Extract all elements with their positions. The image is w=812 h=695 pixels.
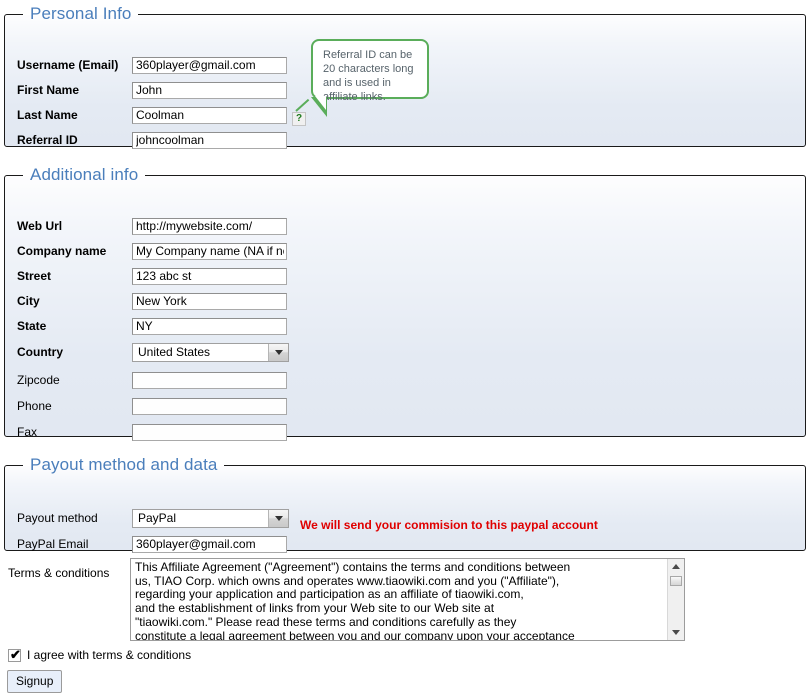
field-row-city: City (17, 290, 287, 312)
terms-conditions-textarea[interactable]: This Affiliate Agreement ("Agreement") c… (130, 558, 685, 641)
label-referral-id: Referral ID (17, 133, 78, 147)
input-phone[interactable] (132, 397, 287, 415)
input-first-name[interactable] (132, 81, 287, 99)
label-first-name: First Name (17, 83, 80, 97)
scroll-up-arrow-icon[interactable] (668, 559, 684, 574)
field-row-country: Country United States (17, 341, 289, 363)
input-fax[interactable] (132, 423, 287, 441)
field-row-username: Username (Email) (17, 54, 287, 76)
tooltip-referral-text: Referral ID can be 20 characters long an… (323, 49, 414, 103)
field-row-payout-method: Payout method PayPal (17, 507, 289, 529)
select-country[interactable]: United States (132, 342, 289, 362)
label-zipcode: Zipcode (17, 373, 60, 387)
input-company-name[interactable] (132, 242, 287, 260)
input-web-url[interactable] (132, 217, 287, 235)
input-zipcode[interactable] (132, 371, 287, 389)
scrollbar-thumb[interactable] (670, 576, 682, 586)
label-state: State (17, 319, 47, 333)
select-payout-method[interactable]: PayPal (132, 508, 289, 528)
signup-button[interactable]: Signup (7, 670, 63, 693)
input-state[interactable] (132, 317, 287, 335)
tooltip-referral-id: Referral ID can be 20 characters long an… (311, 39, 429, 117)
input-last-name[interactable] (132, 106, 287, 124)
question-mark-help-icon[interactable]: ? (292, 98, 310, 126)
help-icon-glyph: ? (295, 113, 303, 124)
field-row-last-name: Last Name (17, 104, 287, 126)
input-street[interactable] (132, 267, 287, 285)
chevron-down-icon[interactable] (268, 343, 288, 361)
input-referral-id[interactable] (132, 131, 287, 149)
input-paypal-email[interactable] (132, 535, 287, 553)
label-city: City (17, 294, 40, 308)
label-company-name: Company name (17, 244, 107, 258)
tooltip-tail-inner (315, 96, 326, 110)
label-last-name: Last Name (17, 108, 78, 122)
label-phone: Phone (17, 399, 52, 413)
input-username[interactable] (132, 56, 287, 74)
field-row-first-name: First Name (17, 79, 287, 101)
section-payout-method: Payout method and data Payout method Pay… (4, 455, 806, 553)
scroll-down-arrow-icon[interactable] (668, 625, 684, 640)
field-row-fax: Fax (17, 421, 287, 443)
signup-form-page: Personal Info Username (Email) First Nam… (0, 0, 812, 695)
terms-scrollbar[interactable] (667, 559, 684, 640)
label-fax: Fax (17, 425, 38, 439)
section-additional-info: Additional info Web Url Company name Str… (4, 165, 806, 441)
checkmark-icon: ✔ (10, 646, 21, 662)
field-row-referral-id: Referral ID (17, 129, 287, 151)
label-web-url: Web Url (17, 219, 63, 233)
label-country: Country (17, 345, 63, 359)
agree-terms-checkbox[interactable]: ✔ (8, 646, 21, 662)
field-row-street: Street (17, 265, 287, 287)
field-row-company-name: Company name (17, 240, 287, 262)
field-row-paypal-email: PayPal Email (17, 533, 287, 555)
label-terms-conditions: Terms & conditions (8, 566, 110, 580)
select-country-value: United States (138, 344, 211, 359)
field-row-zipcode: Zipcode (17, 369, 287, 391)
legend-additional-info: Additional info (30, 165, 139, 184)
chevron-down-icon[interactable] (268, 509, 288, 527)
terms-conditions-text: This Affiliate Agreement ("Agreement") c… (135, 560, 575, 640)
legend-payout-method: Payout method and data (30, 455, 218, 474)
legend-personal-info: Personal Info (30, 4, 132, 23)
field-row-state: State (17, 315, 287, 337)
input-city[interactable] (132, 292, 287, 310)
agree-terms-row[interactable]: ✔ I agree with terms & conditions (8, 648, 191, 662)
select-payout-method-value: PayPal (138, 510, 177, 525)
agree-terms-label: I agree with terms & conditions (27, 648, 192, 662)
paypal-commission-note: We will send your commision to this payp… (300, 518, 598, 532)
field-row-phone: Phone (17, 395, 287, 417)
label-paypal-email: PayPal Email (17, 537, 89, 551)
label-username: Username (Email) (17, 58, 119, 72)
label-street: Street (17, 269, 52, 283)
label-payout-method: Payout method (17, 511, 98, 525)
field-row-web-url: Web Url (17, 215, 287, 237)
